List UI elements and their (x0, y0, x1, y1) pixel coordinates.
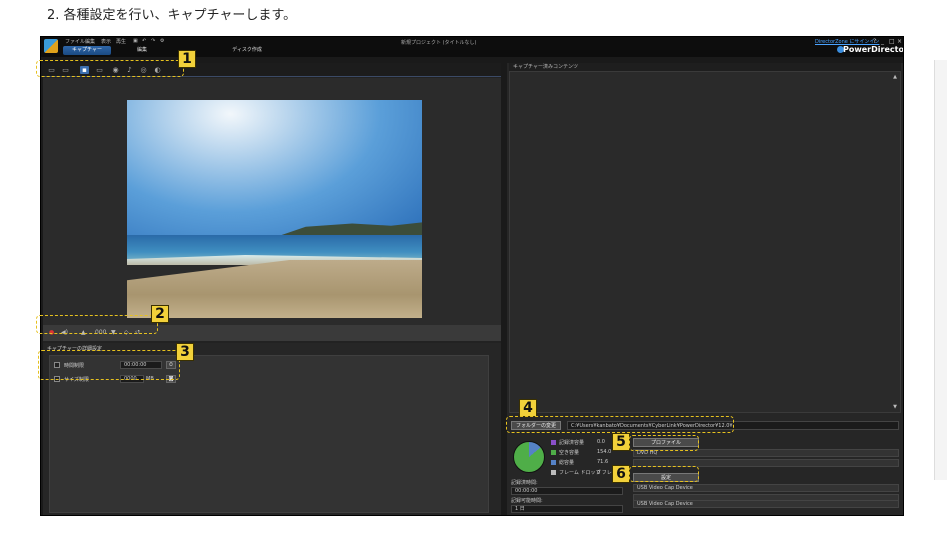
recorded-time-label: 記録済時間: (511, 480, 538, 486)
callout-badge-2: 2 (151, 305, 169, 323)
redo-icon[interactable]: ↷ (151, 38, 155, 44)
callout-badge-5: 5 (612, 433, 630, 451)
recorded-time-field: 00:00:00 (511, 487, 623, 495)
legend-recorded-value: 0.0 (597, 439, 605, 445)
menubar: ファイル 編集 表示 再生 ▣ ↶ ↷ ⚙ 新規プロジェクト (タイトルなし) … (41, 37, 904, 57)
legend-total-swatch (551, 460, 556, 465)
legend-recorded-swatch (551, 440, 556, 445)
scroll-up-icon[interactable]: ▲ (893, 74, 897, 80)
help-icon[interactable]: ? (873, 38, 876, 45)
callout-badge-6: 6 (612, 465, 630, 483)
callout-box-3 (38, 350, 180, 380)
callout-box-6 (629, 466, 699, 482)
signin-link[interactable]: DirectorZone にサインイン (815, 38, 879, 45)
menu-file[interactable]: ファイル (65, 38, 85, 45)
legend-free-label: 空き容量 (559, 450, 580, 456)
menu-play[interactable]: 再生 (116, 38, 126, 45)
page-sidebar-strip (934, 60, 947, 480)
legend-dropped-swatch (551, 470, 556, 475)
settings-icon[interactable]: ⚙ (160, 38, 164, 44)
capture-right-panel: キャプチャー済みコンテンツ ▲ ▼ フォルダーの変更 C:¥Users¥kanb… (507, 63, 903, 515)
save-icon[interactable]: ▣ (133, 38, 138, 44)
brand-name: PowerDirector (843, 45, 904, 54)
recordable-time-label: 記録可能時間: (511, 498, 543, 504)
menu-view[interactable]: 表示 (101, 38, 111, 45)
content-header: キャプチャー済みコンテンツ (509, 63, 901, 71)
recordable-time-field: 1 日 (511, 505, 623, 513)
callout-badge-4: 4 (519, 399, 537, 417)
device-field-2: USB Video Cap Device (633, 500, 899, 508)
maximize-icon[interactable]: □ (889, 38, 895, 45)
captured-content-area[interactable]: ▲ ▼ (509, 71, 901, 413)
minimize-icon[interactable]: _ (881, 38, 884, 45)
legend-total-value: 71.6 (597, 459, 609, 465)
tab-edit[interactable]: 編集 (119, 46, 165, 55)
powerdirector-window: ファイル 編集 表示 再生 ▣ ↶ ↷ ⚙ 新規プロジェクト (タイトルなし) … (40, 36, 904, 516)
legend-total-label: 総容量 (559, 460, 575, 466)
legend-free-swatch (551, 450, 556, 455)
instruction-text: 2. 各種設定を行い、キャプチャーします。 (47, 8, 297, 23)
tab-disc[interactable]: ディスク作成 (221, 46, 273, 55)
menu-edit[interactable]: 編集 (85, 38, 95, 45)
window-title: 新規プロジェクト (タイトルなし) (401, 40, 477, 46)
undo-icon[interactable]: ↶ (142, 38, 146, 44)
preview-image (127, 100, 422, 318)
storage-pie-chart (513, 441, 545, 473)
tab-capture[interactable]: キャプチャー (63, 46, 111, 55)
callout-badge-3: 3 (176, 343, 194, 361)
callout-box-5 (629, 435, 699, 451)
callout-badge-1: 1 (178, 50, 196, 68)
legend-dropped-label: フレーム ドロップ (559, 470, 601, 476)
scroll-down-icon[interactable]: ▼ (893, 404, 897, 410)
app-logo-icon (44, 39, 58, 53)
content-title: キャプチャー済みコンテンツ (513, 64, 578, 70)
legend-free-value: 154.0 (597, 449, 612, 455)
capture-left-panel: ▭ ▭ ▪ ▭ ◉ ♪ ◎ ◐ ● ◀) ▲ 000 ▼ ◇ ↺ キャプチャーの… (43, 63, 501, 515)
callout-box-2 (36, 315, 158, 334)
video-preview (43, 78, 501, 327)
callout-box-1 (36, 60, 184, 77)
legend-recorded-label: 記録済容量 (559, 440, 585, 446)
callout-box-4 (506, 416, 734, 433)
device-field-1: USB Video Cap Device (633, 484, 899, 492)
close-icon[interactable]: × (897, 38, 902, 45)
